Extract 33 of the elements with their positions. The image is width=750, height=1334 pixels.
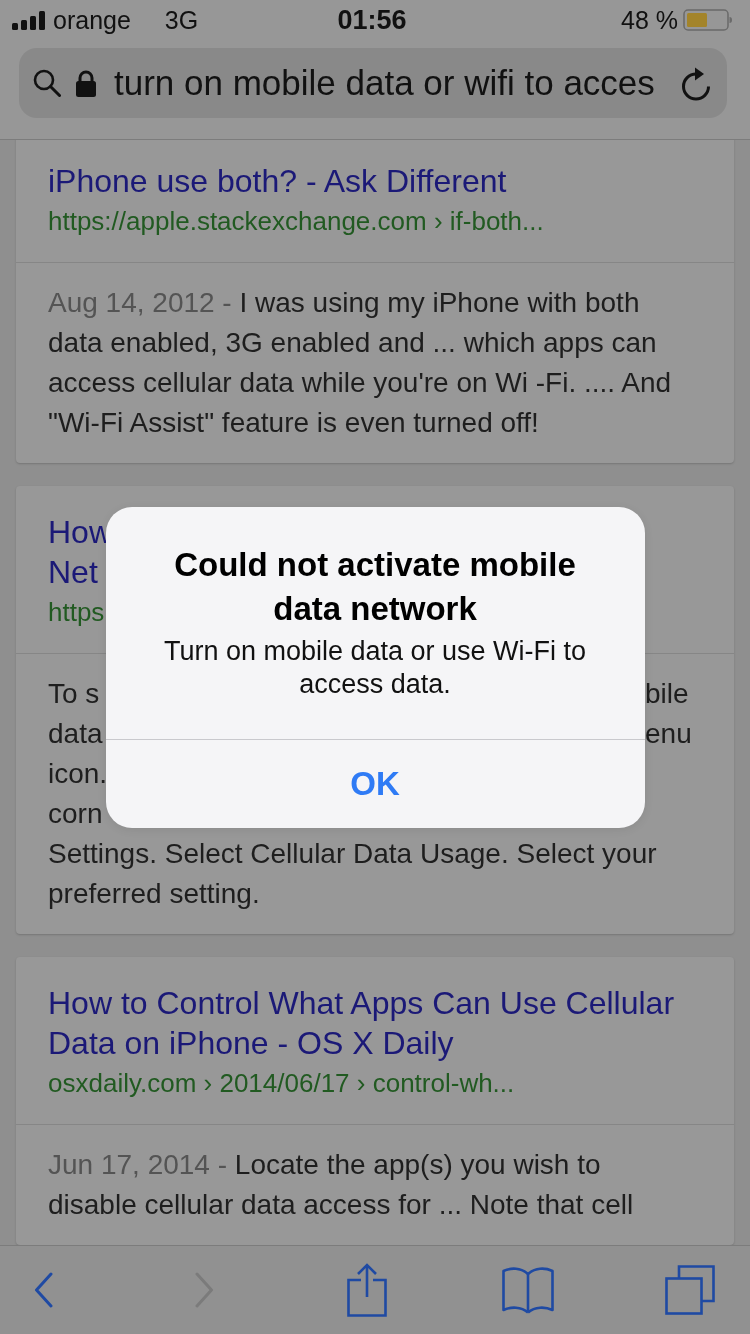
result-snippet: Aug 14, 2012 - I was using my iPhone with both data enabled, 3G enabled and ... which apps can access cellular data while you're on Wi -Fi. .... And "Wi-Fi Assist" feature is even turned off! xyxy=(48,286,673,440)
tabs-icon xyxy=(665,1265,715,1315)
battery-icon xyxy=(683,9,732,31)
ok-button[interactable]: OK xyxy=(105,739,645,828)
snippet-text: enu xyxy=(645,717,692,751)
signal-icon xyxy=(12,10,45,30)
share-icon xyxy=(346,1263,387,1317)
network-type: 3G xyxy=(164,5,199,35)
result-title[interactable]: iPhone use both? - Ask Different xyxy=(48,161,507,201)
snippet-text: bile xyxy=(645,677,689,711)
result-url: https://apple.stackexchange.com › if-both... xyxy=(48,205,544,238)
search-icon xyxy=(33,69,61,97)
book-icon xyxy=(502,1266,555,1314)
snippet-text: Settings. Select Cellular Data Usage. Select your xyxy=(48,837,657,871)
alert-title: Could not activate mobile data network xyxy=(173,544,577,629)
result-snippet: Jun 17, 2014 - Locate the app(s) you wish to disable cellular data access for ... Note that cell xyxy=(48,1148,635,1222)
snippet-text: corn xyxy=(48,797,103,831)
reload-icon xyxy=(681,65,712,101)
snippet-text: icon. xyxy=(48,757,108,791)
lock-icon xyxy=(76,69,96,97)
address-field[interactable]: turn on mobile data or wifi to acces xyxy=(19,48,727,118)
snippet-text: preferred setting. xyxy=(48,877,260,911)
battery-percent: 48 % xyxy=(621,5,678,35)
chevron-left-icon xyxy=(33,1272,53,1308)
reload-button[interactable] xyxy=(681,65,712,101)
alert-message: Turn on mobile data or use Wi-Fi to access data. xyxy=(162,634,588,701)
result-url: osxdaily.com › 2014/06/17 › control-wh... xyxy=(48,1067,515,1100)
result-title[interactable]: How to Control What Apps Can Use Cellular Data on iPhone - OS X Daily xyxy=(48,983,702,1063)
clock-time: 01:56 xyxy=(337,5,407,35)
result-url: https xyxy=(48,596,105,629)
carrier-name: orange xyxy=(53,5,131,35)
snippet-text: data xyxy=(48,717,103,751)
snippet-text: To s xyxy=(48,677,100,711)
